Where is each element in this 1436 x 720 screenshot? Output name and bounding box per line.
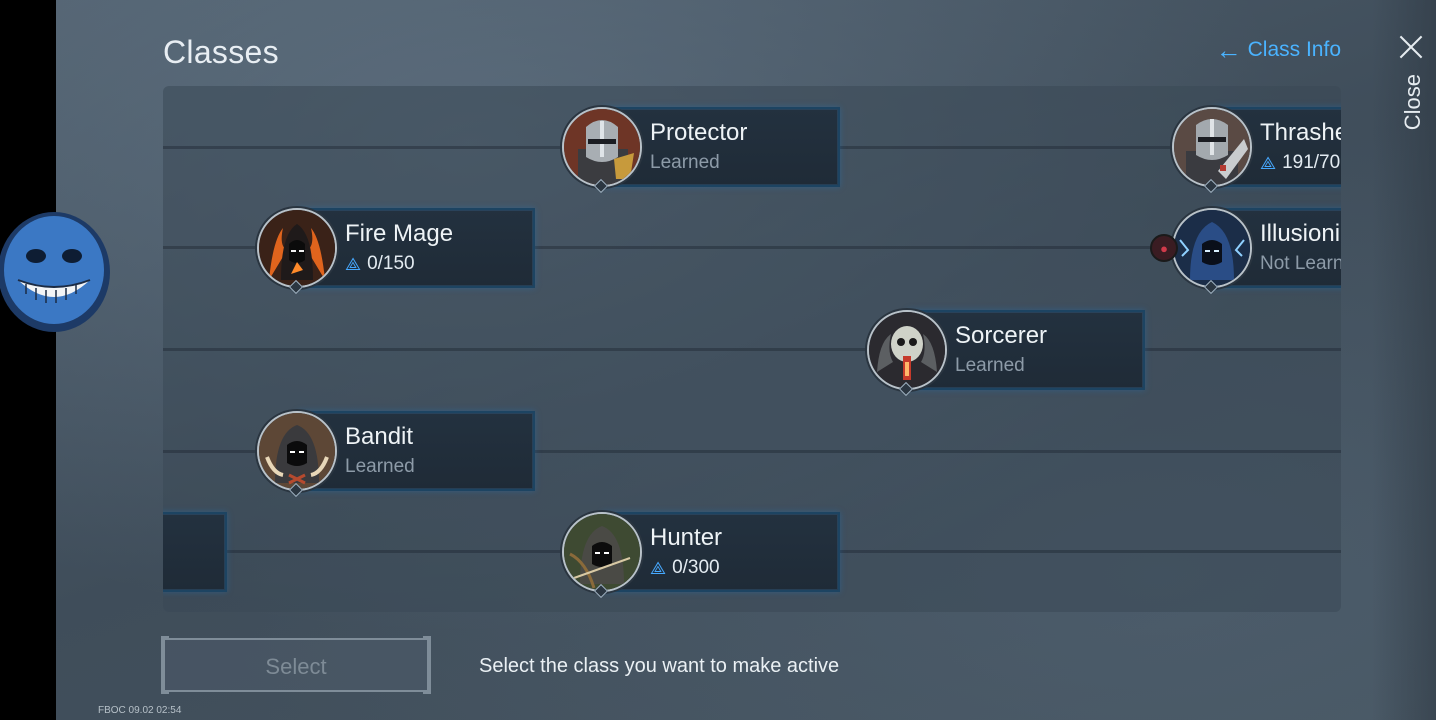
class-status: Learned xyxy=(955,355,1025,376)
hooded-bandit-icon xyxy=(257,411,337,491)
class-status: ⟁ 0/150 xyxy=(345,253,415,274)
class-name: Bandit xyxy=(345,423,414,450)
class-name: Sorcerer xyxy=(955,322,1048,349)
lock-icon: ● xyxy=(1150,234,1178,262)
class-name: Hunter xyxy=(650,524,723,551)
hooded-hunter-icon xyxy=(562,512,642,592)
select-hint: Select the class you want to make active xyxy=(479,655,840,677)
class-status: Not Learn xyxy=(1260,253,1341,274)
class-node-partial[interactable]: er xyxy=(163,512,227,592)
illusionist-icon xyxy=(1172,208,1252,288)
class-status: ⟁ 0/300 xyxy=(650,557,720,578)
close-button[interactable]: Close xyxy=(1400,74,1426,130)
fire-mage-icon xyxy=(257,208,337,288)
class-status: Learned xyxy=(345,456,415,477)
class-tree[interactable]: Protector Learned Thrashe ⟁ 191/70 Fire … xyxy=(163,86,1341,612)
back-arrow-icon: ← xyxy=(1215,35,1242,65)
page-title: Classes xyxy=(163,34,279,70)
game-screen: Classes ← Class Info Close Protector Lea… xyxy=(56,0,1436,720)
class-name: Thrashe xyxy=(1260,119,1341,146)
class-card xyxy=(163,512,227,592)
class-node-thrasher[interactable]: Thrashe ⟁ 191/70 xyxy=(1172,107,1341,194)
class-node-hunter[interactable]: Hunter ⟁ 0/300 xyxy=(562,512,840,599)
class-info-link[interactable]: ← Class Info xyxy=(1215,35,1341,65)
knight-axe-icon xyxy=(1172,107,1252,187)
build-stamp: FBOC 09.02 02:54 xyxy=(98,705,182,716)
knight-helmet-icon xyxy=(562,107,642,187)
class-name: Protector xyxy=(650,119,748,146)
class-node-protector[interactable]: Protector Learned xyxy=(562,107,840,194)
close-icon[interactable] xyxy=(1396,32,1426,62)
tree-row-line xyxy=(163,348,1341,351)
class-info-label: Class Info xyxy=(1247,38,1341,61)
class-status: Learned xyxy=(650,152,720,173)
select-button[interactable]: Select xyxy=(161,636,431,694)
experience-triangle-icon: ⟁ xyxy=(1260,152,1277,173)
experience-triangle-icon: ⟁ xyxy=(650,557,667,578)
overlay-avatar-bubble[interactable] xyxy=(0,210,112,334)
class-node-bandit[interactable]: Bandit Learned xyxy=(257,411,535,498)
class-node-sorcerer[interactable]: Sorcerer Learned xyxy=(867,310,1145,397)
experience-triangle-icon: ⟁ xyxy=(345,253,362,274)
class-node-fire-mage[interactable]: Fire Mage ⟁ 0/150 xyxy=(257,208,535,295)
class-name: Fire Mage xyxy=(345,220,454,247)
class-name: Illusioni xyxy=(1260,220,1341,247)
skull-sorcerer-icon xyxy=(867,310,947,390)
class-node-illusionist[interactable]: ● Illusioni Not Learn xyxy=(1150,208,1341,295)
class-status: ⟁ 191/70 xyxy=(1260,152,1341,173)
